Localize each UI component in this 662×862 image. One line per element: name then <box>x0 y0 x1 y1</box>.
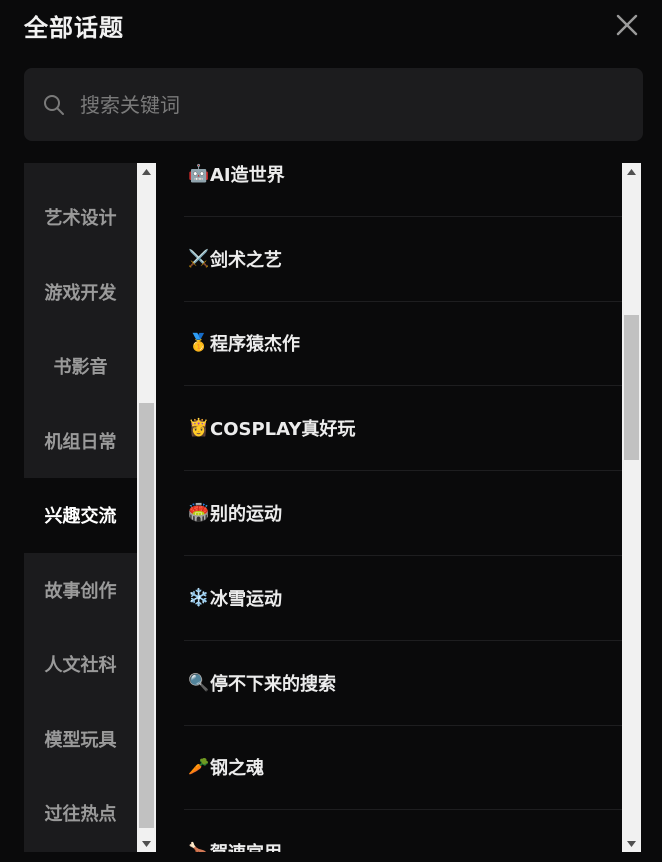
category-item-interests[interactable]: 兴趣交流 <box>24 478 137 553</box>
category-item-game-dev[interactable]: 游戏开发 <box>24 255 137 330</box>
search-input[interactable] <box>80 84 643 125</box>
category-item-past-trends[interactable]: 过往热点 <box>24 776 137 851</box>
category-item-books-media[interactable]: 书影音 <box>24 329 137 404</box>
triangle-up-icon <box>142 168 151 175</box>
topic-item[interactable]: 🍗 賀速宫用 <box>184 810 622 852</box>
topic-label: 冰雪运动 <box>210 588 282 610</box>
scroll-up-button[interactable] <box>137 163 156 180</box>
scroll-up-button[interactable] <box>622 163 641 180</box>
triangle-up-icon <box>627 168 636 175</box>
topic-item[interactable]: 🥇 程序猿杰作 <box>184 302 622 387</box>
page-title: 全部话题 <box>24 14 124 42</box>
category-item-art-design[interactable]: 艺术设计 <box>24 180 137 255</box>
carrot-icon: 🥕 <box>188 757 210 778</box>
robot-icon: 🤖 <box>188 163 210 184</box>
topic-label: 停不下来的搜索 <box>210 673 336 695</box>
scroll-down-button[interactable] <box>622 835 641 852</box>
scroll-down-button[interactable] <box>137 835 156 852</box>
category-item-model-toys[interactable]: 模型玩具 <box>24 702 137 777</box>
topic-item[interactable]: 👸 COSPLAY真好玩 <box>184 386 622 472</box>
topic-label: 钢之魂 <box>210 758 264 780</box>
search-bar <box>24 68 643 141</box>
topics-panel: 全部话题 艺术设计 游戏开发 书影音 机组日常 兴趣交流 故事创作 人文社科 模… <box>0 0 662 862</box>
category-list: 艺术设计 游戏开发 书影音 机组日常 兴趣交流 故事创作 人文社科 模型玩具 过… <box>24 163 137 852</box>
triangle-down-icon <box>627 840 636 847</box>
topic-item[interactable]: ❄️ 冰雪运动 <box>184 556 622 641</box>
topic-label: 剑术之艺 <box>210 249 282 271</box>
topic-label: 程序猿杰作 <box>210 334 300 356</box>
crossed-swords-icon: ⚔️ <box>188 248 210 269</box>
topic-item[interactable]: 🤖 AI造世界 <box>184 132 622 217</box>
triangle-down-icon <box>142 840 151 847</box>
snowflake-icon: ❄️ <box>188 587 210 608</box>
scrollbar-thumb[interactable] <box>624 315 639 460</box>
topic-label: 賀速宫用 <box>210 839 282 852</box>
topic-label: 别的运动 <box>210 504 282 526</box>
medal-icon: 🥇 <box>188 333 210 354</box>
topic-label: AI造世界 <box>210 164 285 186</box>
topic-scrollbar[interactable] <box>622 163 641 852</box>
topic-label: COSPLAY真好玩 <box>210 419 356 441</box>
search-icon <box>42 93 66 117</box>
close-button[interactable] <box>612 10 642 40</box>
topic-item[interactable]: 🏟️ 别的运动 <box>184 471 622 556</box>
princess-icon: 👸 <box>188 418 210 439</box>
topic-list: 🤖 AI造世界 ⚔️ 剑术之艺 🥇 程序猿杰作 👸 COSPLAY真好玩 🏟️ … <box>184 132 622 852</box>
category-item-crew-daily[interactable]: 机组日常 <box>24 404 137 479</box>
category-item-story-writing[interactable]: 故事创作 <box>24 553 137 628</box>
category-item-humanities[interactable]: 人文社科 <box>24 627 137 702</box>
close-icon <box>616 14 638 36</box>
topic-item[interactable]: 🥕 钢之魂 <box>184 726 622 811</box>
stadium-icon: 🏟️ <box>188 503 210 524</box>
scrollbar-thumb[interactable] <box>139 403 154 828</box>
topic-item[interactable]: ⚔️ 剑术之艺 <box>184 217 622 302</box>
category-scrollbar[interactable] <box>137 163 156 852</box>
magnifier-icon: 🔍 <box>188 672 210 693</box>
topic-item[interactable]: 🔍 停不下来的搜索 <box>184 641 622 726</box>
category-item[interactable] <box>24 163 137 180</box>
food-icon: 🍗 <box>188 842 210 852</box>
